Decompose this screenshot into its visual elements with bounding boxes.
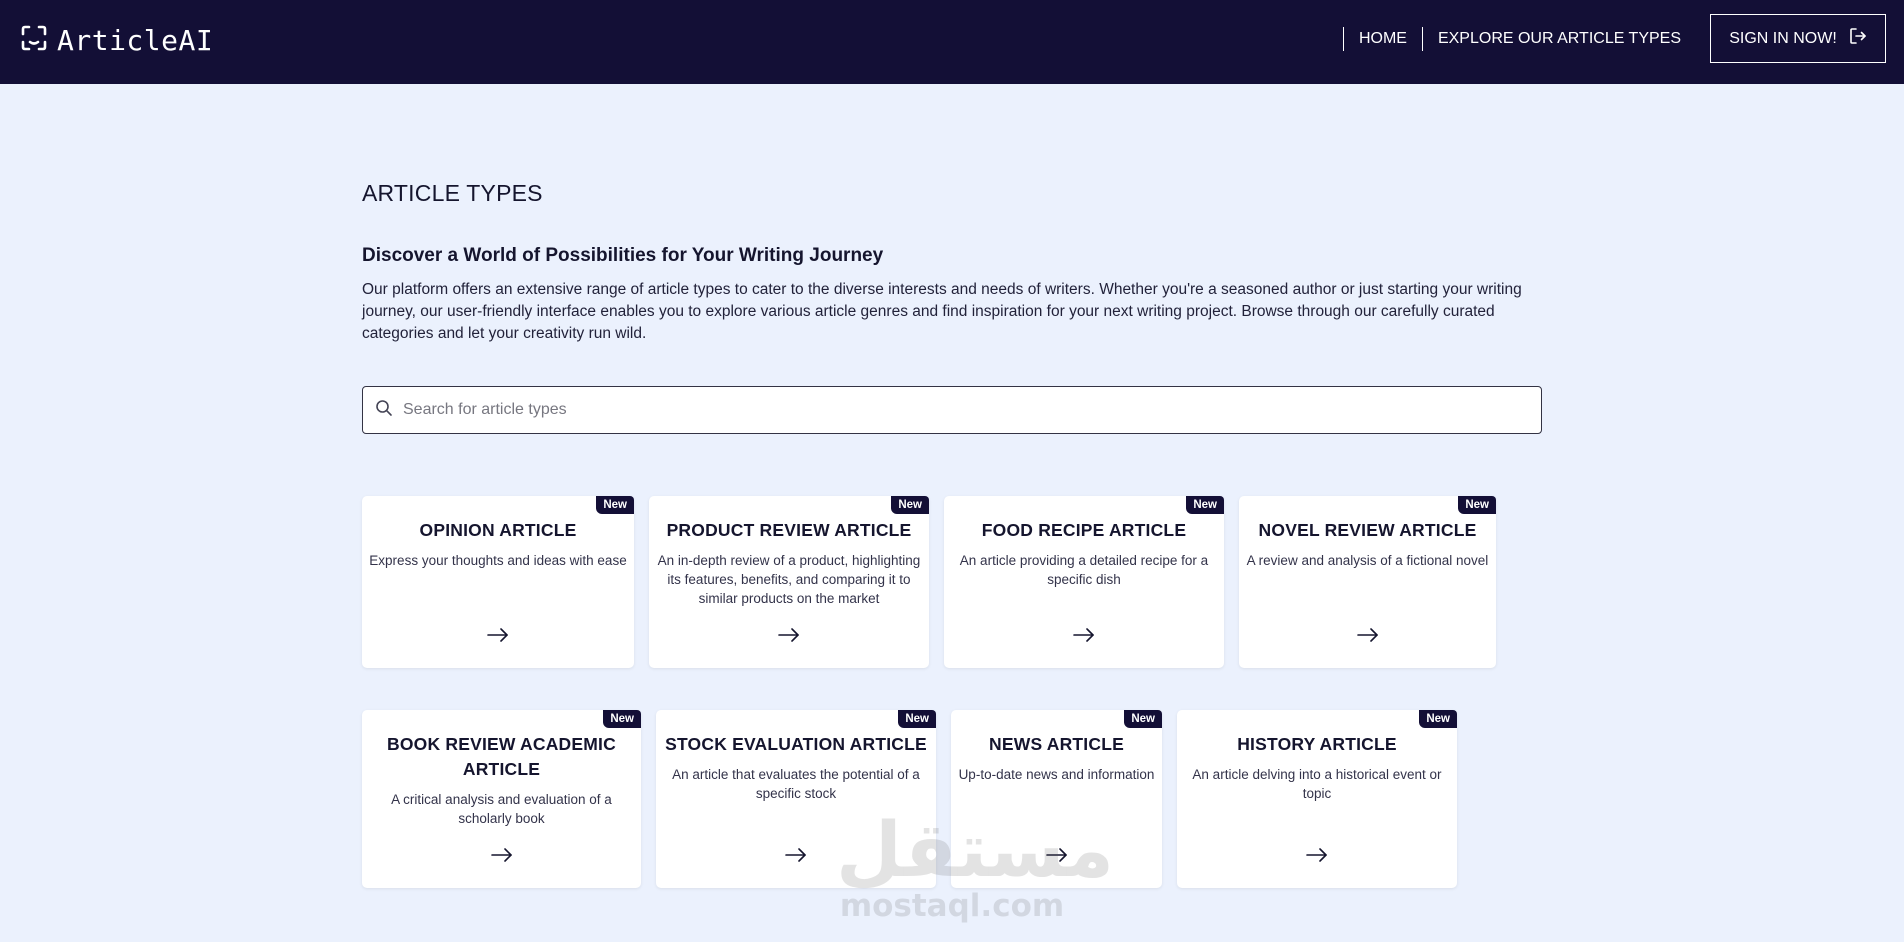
card-description: Express your thoughts and ideas with eas… (369, 553, 627, 568)
sign-in-button[interactable]: SIGN IN NOW! (1710, 14, 1886, 63)
card-description: Up-to-date news and information (958, 767, 1155, 782)
card-title: BOOK REVIEW ACADEMIC ARTICLE (387, 734, 616, 779)
card-description: An article that evaluates the potential … (672, 767, 920, 801)
article-card-food-recipe[interactable]: New FOOD RECIPE ARTICLE An article provi… (944, 496, 1224, 668)
cards-row-1: New OPINION ARTICLE Express your thought… (362, 496, 1496, 668)
article-card-product-review[interactable]: New PRODUCT REVIEW ARTICLE An in-depth r… (649, 496, 929, 668)
article-card-news[interactable]: New NEWS ARTICLE Up-to-date news and inf… (951, 710, 1162, 888)
new-badge: New (603, 710, 641, 728)
main-nav: HOME EXPLORE OUR ARTICLE TYPES SIGN IN N… (1342, 14, 1886, 63)
article-card-opinion[interactable]: New OPINION ARTICLE Express your thought… (362, 496, 634, 668)
arrow-right-icon[interactable] (778, 628, 800, 642)
new-badge: New (1186, 496, 1224, 514)
article-card-history[interactable]: New HISTORY ARTICLE An article delving i… (1177, 710, 1457, 888)
card-description: An article delving into a historical eve… (1192, 767, 1442, 801)
new-badge: New (898, 710, 936, 728)
card-title: NOVEL REVIEW ARTICLE (1258, 520, 1477, 540)
new-badge: New (1419, 710, 1457, 728)
scan-frame-icon (21, 25, 47, 56)
card-description: A review and analysis of a fictional nov… (1246, 553, 1489, 568)
brand-logo[interactable]: ArticleAI (21, 23, 214, 57)
nav-explore-link[interactable]: EXPLORE OUR ARTICLE TYPES (1421, 26, 1696, 51)
top-navbar: ArticleAI HOME EXPLORE OUR ARTICLE TYPES… (0, 0, 1904, 84)
new-badge: New (891, 496, 929, 514)
arrow-right-icon[interactable] (487, 628, 509, 642)
arrow-right-icon[interactable] (1073, 628, 1095, 642)
card-title: OPINION ARTICLE (419, 520, 577, 540)
article-card-book-review-academic[interactable]: New BOOK REVIEW ACADEMIC ARTICLE A criti… (362, 710, 641, 888)
new-badge: New (1458, 496, 1496, 514)
sign-in-label: SIGN IN NOW! (1729, 29, 1837, 47)
article-card-novel-review[interactable]: New NOVEL REVIEW ARTICLE A review and an… (1239, 496, 1496, 668)
card-title: PRODUCT REVIEW ARTICLE (666, 520, 912, 540)
arrow-right-icon[interactable] (1306, 848, 1328, 862)
arrow-right-icon[interactable] (490, 848, 513, 862)
card-title: NEWS ARTICLE (989, 734, 1124, 754)
article-card-stock-evaluation[interactable]: New STOCK EVALUATION ARTICLE An article … (656, 710, 936, 888)
search-box[interactable] (362, 386, 1542, 434)
nav-home-link[interactable]: HOME (1342, 26, 1422, 51)
arrow-right-icon[interactable] (1045, 848, 1068, 862)
search-icon (375, 399, 393, 422)
search-input[interactable] (403, 401, 1541, 419)
card-title: STOCK EVALUATION ARTICLE (665, 734, 927, 754)
card-title: HISTORY ARTICLE (1237, 734, 1397, 754)
page-subtitle: Discover a World of Possibilities for Yo… (362, 245, 884, 266)
card-description: An article providing a detailed recipe f… (959, 553, 1209, 587)
card-description: A critical analysis and evaluation of a … (391, 792, 612, 826)
arrow-right-icon[interactable] (1356, 628, 1379, 642)
logout-arrow-icon (1849, 27, 1867, 50)
page-title: ARTICLE TYPES (362, 180, 543, 206)
card-title: FOOD RECIPE ARTICLE (981, 520, 1187, 540)
cards-row-2: New BOOK REVIEW ACADEMIC ARTICLE A criti… (362, 710, 1457, 888)
card-description: An in-depth review of a product, highlig… (657, 553, 921, 606)
watermark-latin: mostaql.com (839, 888, 1065, 924)
brand-name: ArticleAI (57, 23, 214, 57)
new-badge: New (1124, 710, 1162, 728)
page-description: Our platform offers an extensive range o… (362, 281, 1522, 342)
arrow-right-icon[interactable] (785, 848, 807, 862)
new-badge: New (596, 496, 634, 514)
